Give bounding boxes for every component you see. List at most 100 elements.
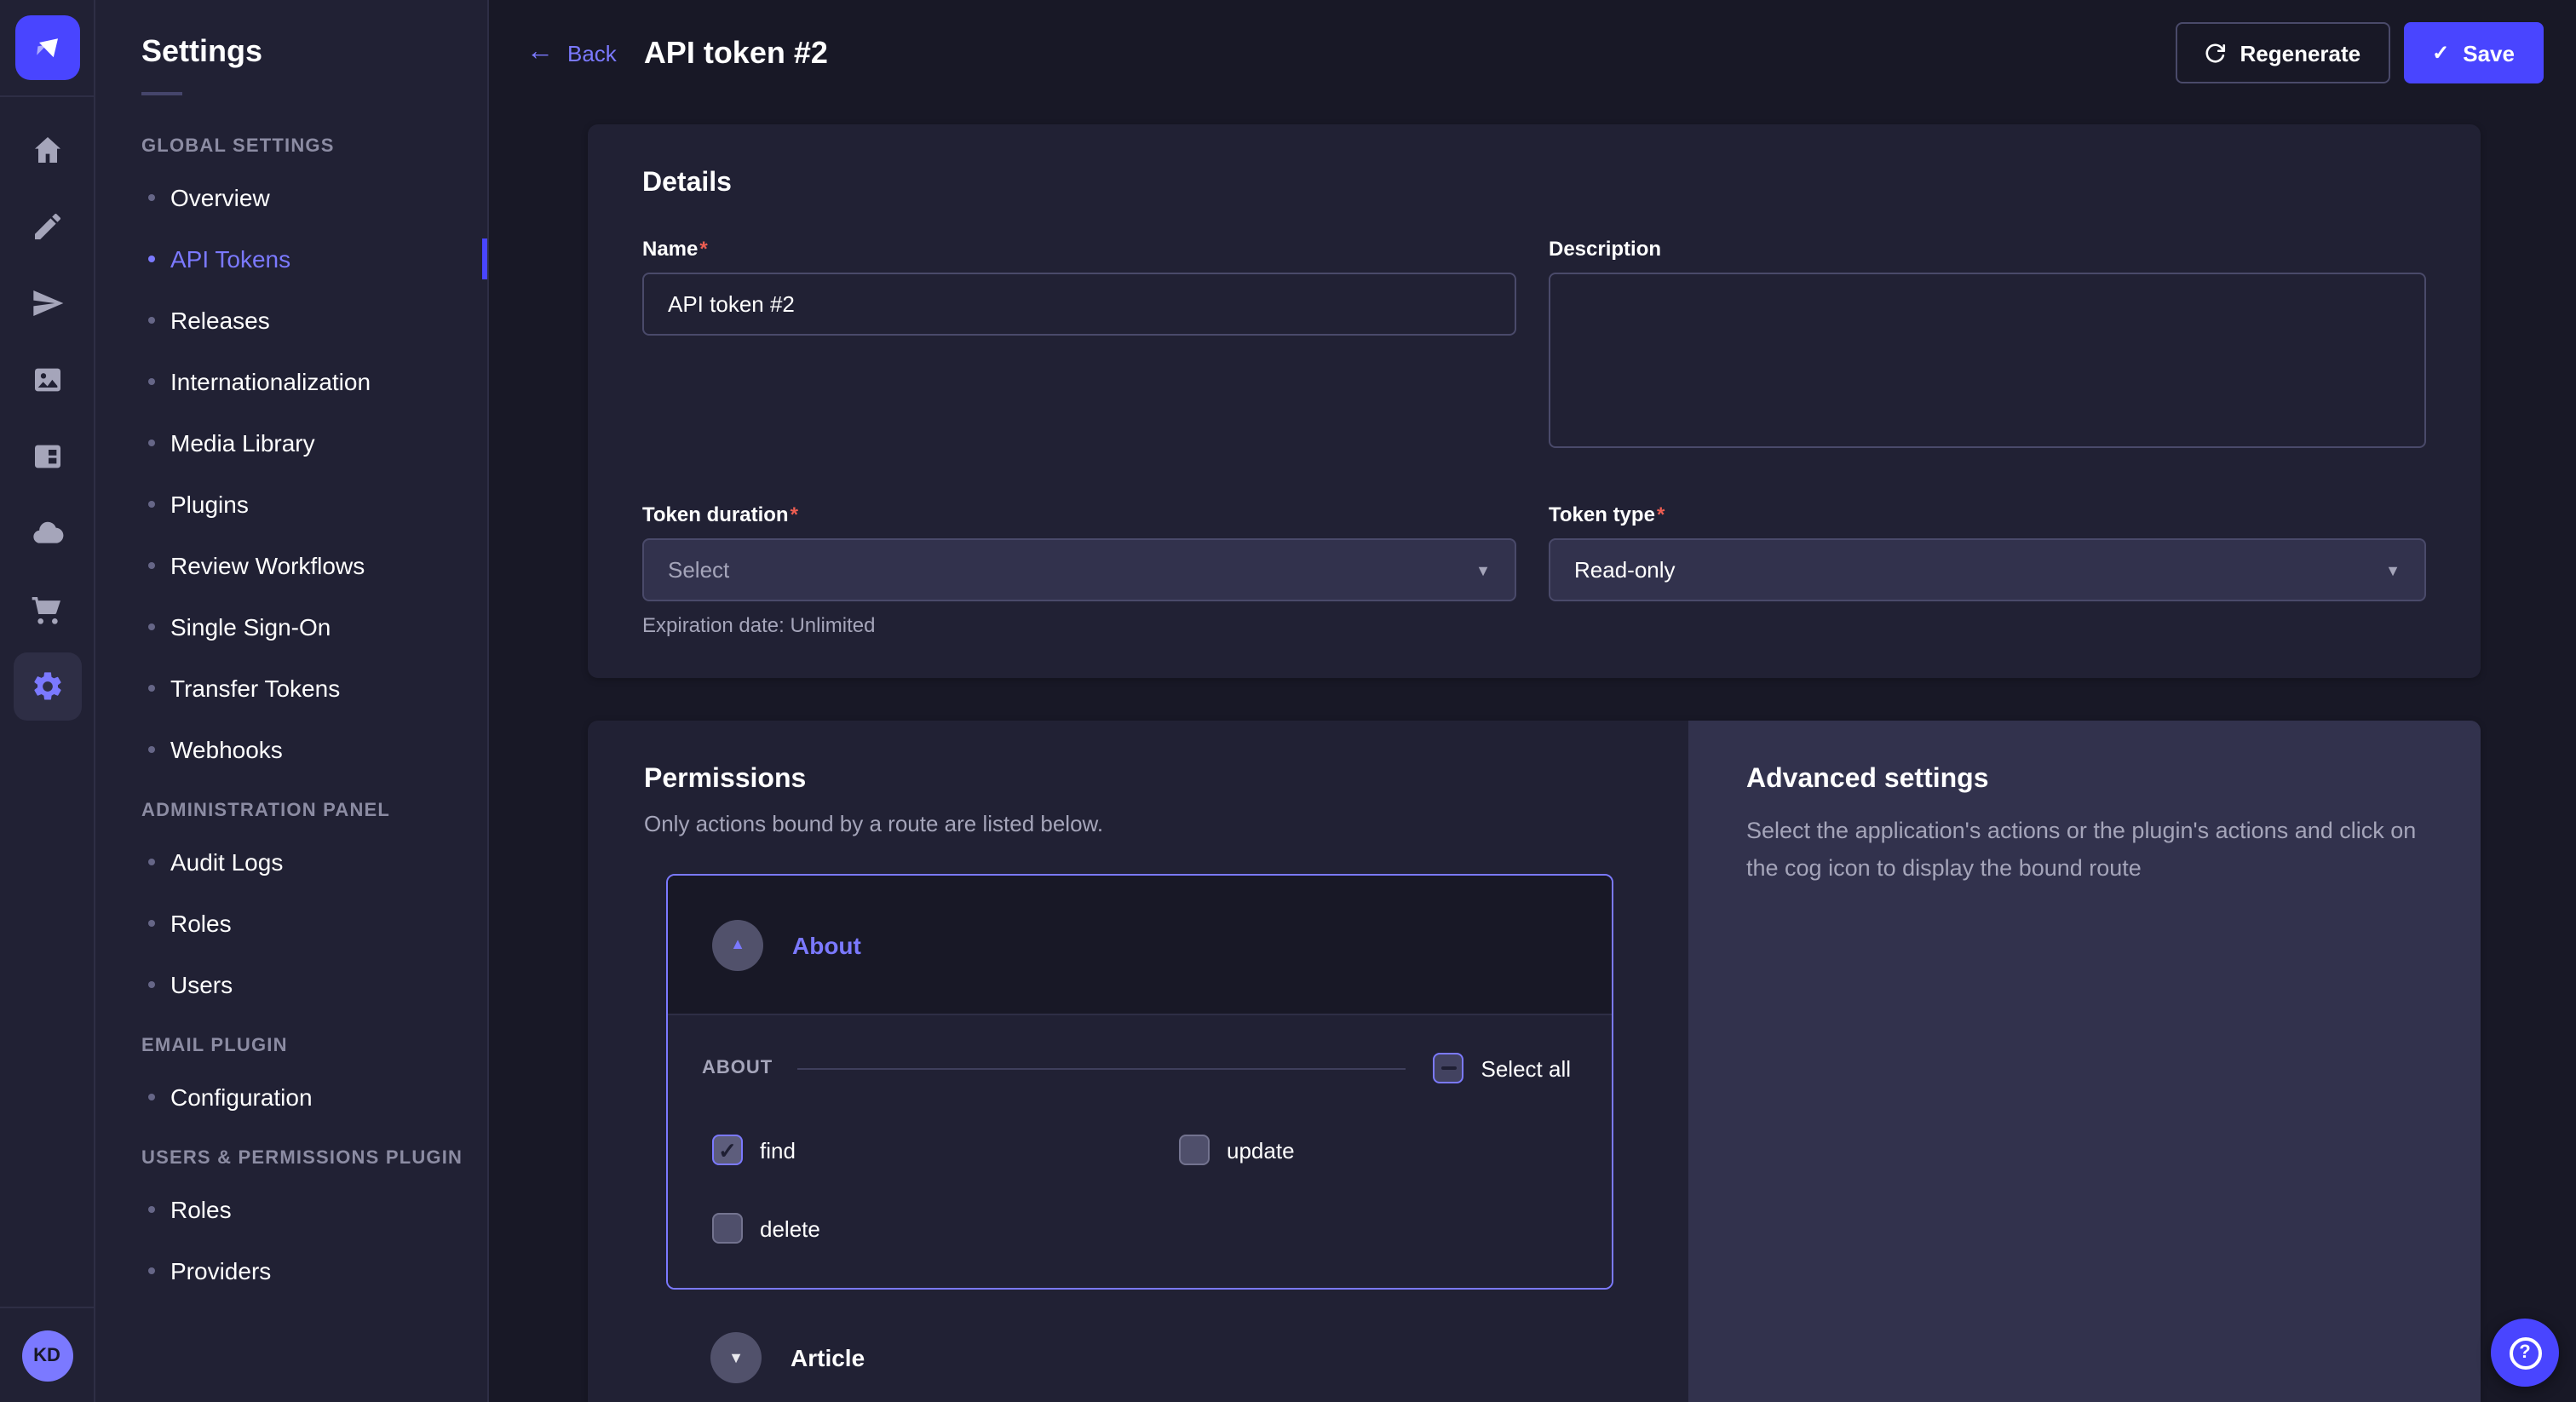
sidebar-item-label: Plugins [170,491,249,518]
sidebar-item-users[interactable]: Users [95,954,487,1015]
logo-container [0,0,95,97]
update-checkbox[interactable] [1179,1135,1210,1165]
article-accordion-row[interactable]: ▼ Article [666,1332,1634,1383]
about-accordion-body: ABOUT Select all ✓findupdatedelete [668,1014,1612,1288]
token-duration-field-group: Token duration* Select ▼ Expiration date… [642,503,1516,637]
sidebar-item-overview[interactable]: Overview [95,167,487,228]
sidebar-item-label: Roles [170,1196,232,1223]
permission-actions-grid: ✓findupdatedelete [702,1135,1571,1244]
avatar[interactable]: KD [21,1330,72,1381]
bullet-icon [148,562,155,569]
media-nav-button[interactable] [13,346,81,414]
gear-icon [30,669,64,704]
sidebar-title: Settings [141,34,487,70]
strapi-logo-icon[interactable] [14,15,79,80]
bullet-icon [148,378,155,385]
token-duration-select[interactable]: Select ▼ [642,538,1516,601]
save-label: Save [2463,40,2515,66]
sidebar-item-roles[interactable]: Roles [95,893,487,954]
about-subsection-row: ABOUT Select all [702,1053,1571,1083]
name-input[interactable] [642,273,1516,336]
token-duration-value: Select [668,557,729,583]
regenerate-button[interactable]: Regenerate [2176,22,2390,83]
expand-accordion-button[interactable]: ▼ [710,1332,762,1383]
sidebar-section: USERS & PERMISSIONS PLUGIN Roles Providers [95,1148,487,1301]
sidebar-item-plugins[interactable]: Plugins [95,474,487,535]
refresh-icon [2205,42,2227,64]
paper-plane-icon [30,286,64,320]
sidebar-item-label: Webhooks [170,736,283,763]
token-type-value: Read-only [1574,557,1676,583]
sidebar-item-label: Roles [170,910,232,937]
sidebar-title-divider [141,92,182,95]
token-type-field-group: Token type* Read-only ▼ [1549,503,2426,601]
sidebar-section: EMAIL PLUGINConfiguration [95,1036,487,1128]
sidebar-section-label: USERS & PERMISSIONS PLUGIN [141,1148,487,1169]
token-duration-label: Token duration* [642,503,1516,526]
checkbox-label: update [1227,1137,1295,1163]
details-fields: Name* Description Token duration* Select… [642,237,2426,637]
help-button[interactable]: ? [2491,1319,2559,1387]
name-label: Name* [642,237,1516,261]
sidebar-item-label: API Tokens [170,245,290,273]
pen-icon [30,210,64,244]
app-window: KD Settings GLOBAL SETTINGS Overview API T… [0,0,2576,1402]
sidebar-section-label: GLOBAL SETTINGS [141,136,487,157]
about-accordion: ▲ About ABOUT Select all ✓findupdatedele… [666,874,1613,1290]
layout-nav-button[interactable] [13,422,81,491]
sidebar-item-label: Review Workflows [170,552,365,579]
cloud-nav-button[interactable] [13,499,81,567]
save-button[interactable]: ✓ Save [2403,22,2544,83]
required-asterisk: * [791,503,798,526]
sidebar-item-releases[interactable]: Releases [95,290,487,351]
indeterminate-dash-icon [1441,1066,1457,1071]
select-all-checkbox[interactable] [1434,1053,1464,1083]
bullet-icon [148,440,155,446]
sidebar-item-audit-logs[interactable]: Audit Logs [95,831,487,893]
rail-icon-list [13,116,81,721]
page-title: API token #2 [644,35,828,71]
details-title: Details [642,169,2426,199]
collapse-accordion-button[interactable]: ▲ [712,919,763,970]
sidebar-item-webhooks[interactable]: Webhooks [95,719,487,780]
bullet-icon [148,1094,155,1100]
permissions-title: Permissions [644,765,1634,796]
bullet-icon [148,623,155,630]
back-arrow-icon: ← [526,39,554,66]
sidebar-item-api-tokens[interactable]: API Tokens [95,228,487,290]
details-card: Details Name* Description Token duration… [588,124,2481,678]
sidebar-item-media-library[interactable]: Media Library [95,412,487,474]
gear-nav-button[interactable] [13,652,81,721]
cart-nav-button[interactable] [13,576,81,644]
required-asterisk: * [1657,503,1665,526]
bullet-icon [148,981,155,988]
find-checkbox[interactable]: ✓ [712,1135,743,1165]
sidebar-item-roles[interactable]: Roles [95,1179,487,1240]
bullet-icon [148,1267,155,1274]
pen-nav-button[interactable] [13,192,81,261]
delete-checkbox[interactable] [712,1213,743,1244]
description-textarea[interactable] [1549,273,2426,448]
sidebar-item-label: Overview [170,184,270,211]
home-icon [30,133,64,167]
sidebar-item-review-workflows[interactable]: Review Workflows [95,535,487,596]
sidebar-item-transfer-tokens[interactable]: Transfer Tokens [95,658,487,719]
sidebar-item-internationalization[interactable]: Internationalization [95,351,487,412]
sidebar-nav: GLOBAL SETTINGS Overview API Tokens Release… [95,136,487,1301]
check-icon: ✓ [2432,41,2449,65]
check-icon: ✓ [718,1139,737,1161]
bullet-icon [148,859,155,865]
sidebar-item-label: Releases [170,307,270,334]
sidebar-item-single-sign-on[interactable]: Single Sign-On [95,596,487,658]
about-accordion-header[interactable]: ▲ About [668,876,1612,1014]
home-nav-button[interactable] [13,116,81,184]
paper-plane-nav-button[interactable] [13,269,81,337]
bullet-icon [148,920,155,927]
layout-icon [30,440,64,474]
sidebar-item-providers[interactable]: Providers [95,1240,487,1301]
back-link[interactable]: ← Back [526,39,617,66]
about-accordion-title: About [792,931,861,958]
sidebar-item-configuration[interactable]: Configuration [95,1066,487,1128]
token-type-select[interactable]: Read-only ▼ [1549,538,2426,601]
chevron-up-icon: ▲ [730,937,745,952]
